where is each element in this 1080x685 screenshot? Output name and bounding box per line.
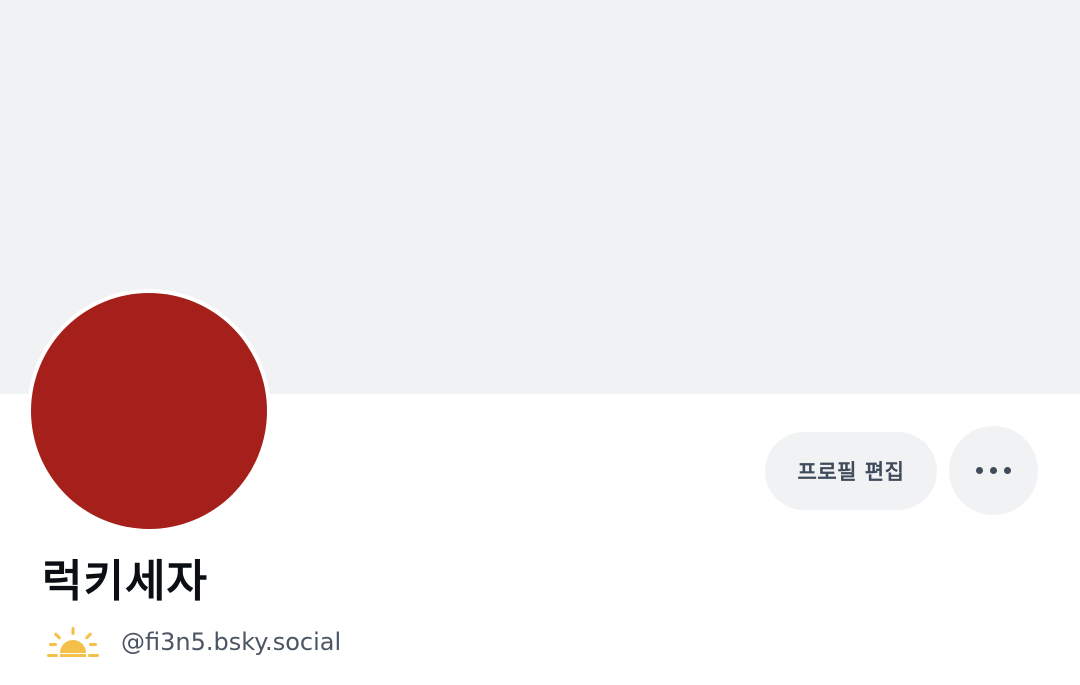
ellipsis-icon [1004, 467, 1011, 474]
ellipsis-icon [976, 467, 983, 474]
edit-profile-button[interactable]: 프로필 편집 [765, 432, 937, 510]
display-name: 럭키세자 [42, 556, 208, 607]
profile-handle: @fi3n5.bsky.social [121, 628, 342, 656]
avatar[interactable] [31, 293, 267, 529]
sun-icon [47, 627, 99, 657]
ellipsis-icon [990, 467, 997, 474]
more-options-button[interactable] [949, 426, 1038, 515]
